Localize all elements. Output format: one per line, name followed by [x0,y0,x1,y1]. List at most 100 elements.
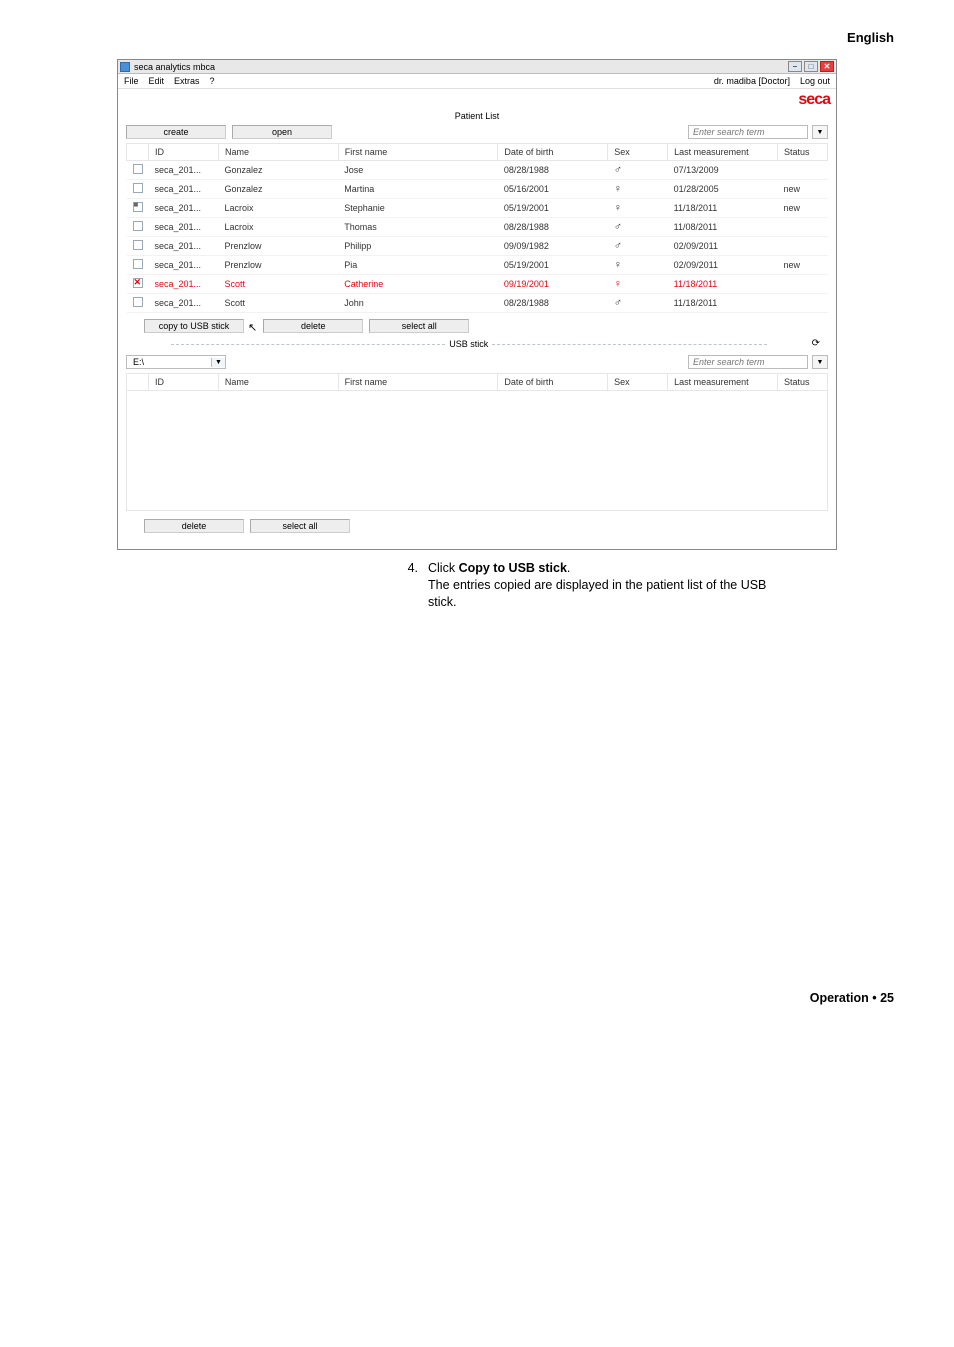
minimize-button[interactable]: – [788,61,802,72]
cell-dob: 08/28/1988 [498,161,608,180]
usb-col-id[interactable]: ID [148,374,218,391]
table-row[interactable]: seca_201...ScottCatherine09/19/2001♀11/1… [127,275,828,294]
copy-to-usb-button[interactable]: copy to USB stick [144,319,244,333]
titlebar: seca analytics mbca – □ ✕ [118,60,836,74]
usb-select-all-button[interactable]: select all [250,519,350,533]
window-title: seca analytics mbca [134,62,215,72]
cursor-icon: ↖ [248,321,257,334]
usb-empty-area [126,391,828,511]
cell-dob: 09/19/2001 [498,275,608,294]
usb-drive-label: E:\ [127,356,211,368]
col-status[interactable]: Status [777,144,827,161]
cell-sex: ♀ [608,256,668,275]
cell-dob: 08/28/1988 [498,294,608,313]
cell-sex: ♀ [608,199,668,218]
cell-firstname: Stephanie [338,199,498,218]
patient-list-title: Patient List [118,111,836,121]
usb-drive-select[interactable]: E:\ ▼ [126,355,226,369]
menubar: File Edit Extras ? dr. madiba [Doctor] L… [118,74,836,89]
cell-dob: 05/16/2001 [498,180,608,199]
create-button[interactable]: create [126,125,226,139]
usb-col-status[interactable]: Status [777,374,827,391]
cell-status: new [777,199,827,218]
menu-file[interactable]: File [124,76,139,86]
row-checkbox[interactable] [133,240,143,250]
cell-firstname: John [338,294,498,313]
cell-sex: ♂ [608,294,668,313]
cell-status [777,275,827,294]
maximize-button[interactable]: □ [804,61,818,72]
logout-link[interactable]: Log out [800,76,830,86]
cell-firstname: Pia [338,256,498,275]
table-row[interactable]: seca_201...PrenzlowPhilipp09/09/1982♂02/… [127,237,828,256]
table-row[interactable]: seca_201...GonzalezJose08/28/1988♂07/13/… [127,161,828,180]
cell-firstname: Martina [338,180,498,199]
cell-sex: ♂ [608,237,668,256]
patient-delete-button[interactable]: delete [263,319,363,333]
brand-logo: seca [798,91,830,109]
cell-dob: 05/19/2001 [498,256,608,275]
row-checkbox[interactable] [133,221,143,231]
usb-col-dob[interactable]: Date of birth [498,374,608,391]
table-row[interactable]: seca_201...ScottJohn08/28/1988♂11/18/201… [127,294,828,313]
cell-name: Scott [218,275,338,294]
cell-name: Scott [218,294,338,313]
cell-last-measurement: 02/09/2011 [668,237,778,256]
col-last-measurement[interactable]: Last measurement [668,144,778,161]
usb-table: ID Name First name Date of birth Sex Las… [126,373,828,391]
cell-dob: 05/19/2001 [498,199,608,218]
menu-edit[interactable]: Edit [149,76,165,86]
usb-bar: E:\ ▼ ▼ [118,355,836,373]
row-checkbox[interactable] [133,202,143,212]
cell-last-measurement: 11/18/2011 [668,275,778,294]
step-bold: Copy to USB stick [459,561,567,575]
step-prefix: Click [428,561,459,575]
menu-extras[interactable]: Extras [174,76,200,86]
usb-search-dropdown-icon[interactable]: ▼ [812,355,828,369]
cell-firstname: Catherine [338,275,498,294]
cell-firstname: Jose [338,161,498,180]
usb-col-name[interactable]: Name [218,374,338,391]
patient-list-actions: create open ▼ [118,125,836,143]
row-checkbox[interactable] [133,183,143,193]
menu-help[interactable]: ? [210,76,215,86]
cell-status [777,294,827,313]
col-firstname[interactable]: First name [338,144,498,161]
usb-col-checkbox [127,374,149,391]
usb-search-input[interactable] [688,355,808,369]
col-id[interactable]: ID [149,144,219,161]
row-checkbox[interactable] [133,164,143,174]
col-dob[interactable]: Date of birth [498,144,608,161]
open-button[interactable]: open [232,125,332,139]
cell-firstname: Thomas [338,218,498,237]
search-dropdown-icon[interactable]: ▼ [812,125,828,139]
patient-search-input[interactable] [688,125,808,139]
cell-sex: ♂ [608,161,668,180]
cell-status [777,218,827,237]
chevron-down-icon: ▼ [211,358,225,367]
patient-select-all-button[interactable]: select all [369,319,469,333]
patient-list-footer-actions: copy to USB stick ↖ delete select all [118,313,836,338]
usb-delete-button[interactable]: delete [144,519,244,533]
table-row[interactable]: seca_201...PrenzlowPia05/19/2001♀02/09/2… [127,256,828,275]
row-checkbox[interactable] [133,259,143,269]
row-checkbox[interactable] [133,297,143,307]
sync-icon[interactable]: ⟳ [812,338,820,349]
usb-col-last-measurement[interactable]: Last measurement [668,374,778,391]
cell-name: Gonzalez [218,180,338,199]
usb-stick-title: USB stick [126,339,812,349]
table-row[interactable]: seca_201...GonzalezMartina05/16/2001♀01/… [127,180,828,199]
usb-footer-actions: delete select all [118,519,836,549]
cell-id: seca_201... [149,294,219,313]
table-row[interactable]: seca_201...LacroixStephanie05/19/2001♀11… [127,199,828,218]
cell-id: seca_201... [149,237,219,256]
row-checkbox[interactable] [133,278,143,288]
close-button[interactable]: ✕ [820,61,834,72]
col-name[interactable]: Name [218,144,338,161]
usb-col-sex[interactable]: Sex [608,374,668,391]
table-row[interactable]: seca_201...LacroixThomas08/28/1988♂11/08… [127,218,828,237]
cell-name: Gonzalez [218,161,338,180]
cell-id: seca_201... [149,256,219,275]
col-sex[interactable]: Sex [608,144,668,161]
usb-col-firstname[interactable]: First name [338,374,498,391]
